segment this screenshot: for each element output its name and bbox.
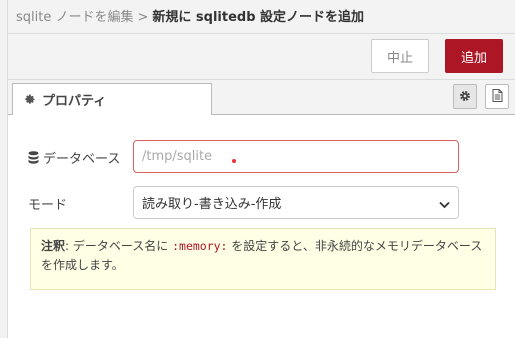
note-text-before: データベース名に	[72, 239, 173, 253]
breadcrumb: sqlite ノードを編集 > 新規に sqlitedb 設定ノードを追加	[16, 6, 364, 25]
gear-icon	[25, 94, 36, 105]
note-prefix: 注釈	[41, 239, 66, 253]
mode-select[interactable]: 読み取り-書き込み-作成	[133, 186, 459, 219]
breadcrumb-separator: >	[137, 10, 149, 25]
breadcrumb-current: 新規に sqlitedb 設定ノードを追加	[152, 10, 365, 25]
note-colon: :	[65, 239, 73, 253]
database-label-text: データベース	[43, 152, 121, 167]
settings-tab-button[interactable]	[453, 84, 477, 109]
database-input[interactable]: /tmp/sqlite	[133, 140, 459, 173]
breadcrumb-parent[interactable]: sqlite ノードを編集	[16, 10, 133, 25]
note-code: :memory:	[172, 239, 228, 253]
chevron-down-icon	[439, 198, 450, 213]
tray-header: sqlite ノードを編集 > 新規に sqlitedb 設定ノードを追加	[8, 0, 515, 34]
mode-label-text: モード	[28, 198, 68, 213]
file-text-icon	[492, 87, 503, 106]
tab-properties[interactable]: プロパティ	[12, 83, 212, 115]
mode-select-value: 読み取り-書き込み-作成	[142, 197, 282, 212]
note-box: 注釈: データベース名に :memory: を設定すると、非永続的なメモリデータ…	[30, 228, 496, 290]
tab-bar: プロパティ	[8, 80, 515, 115]
cancel-button[interactable]: 中止	[371, 39, 429, 73]
tab-properties-label: プロパティ	[42, 94, 107, 109]
gear-icon	[459, 87, 471, 106]
mode-label: モード	[28, 194, 67, 213]
tray-toolbar: 中止 追加	[8, 34, 515, 80]
database-icon	[28, 151, 39, 164]
properties-panel: データベース /tmp/sqlite モード 読み取り-書き込み-作成 注釈: …	[8, 115, 515, 338]
database-input-placeholder: /tmp/sqlite	[142, 149, 213, 164]
description-tab-button[interactable]	[485, 84, 509, 109]
text-cursor	[232, 159, 236, 163]
database-label: データベース	[28, 148, 120, 167]
left-panel-edge	[0, 0, 8, 338]
add-button[interactable]: 追加	[445, 39, 503, 73]
